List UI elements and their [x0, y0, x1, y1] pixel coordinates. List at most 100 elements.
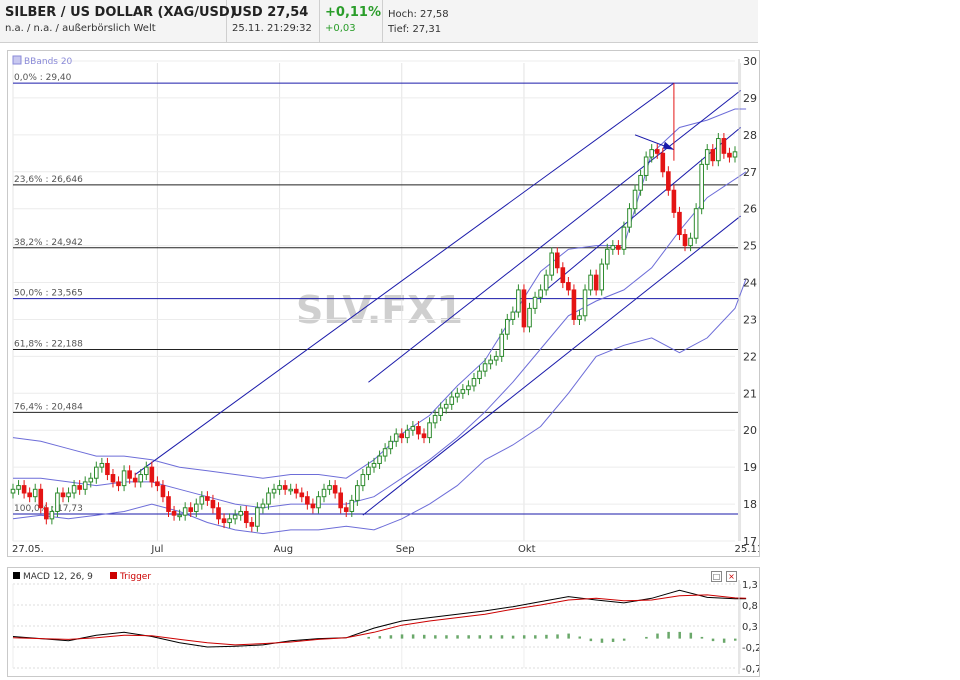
- macd-histogram-bar: [678, 631, 681, 639]
- expand-panel-button[interactable]: □: [711, 571, 722, 582]
- close-panel-button[interactable]: ×: [726, 571, 737, 582]
- candle-body: [721, 138, 727, 154]
- candle-body: [149, 466, 155, 483]
- macd-histogram-bar: [700, 636, 704, 639]
- change-cell: +0,11% +0,03: [320, 0, 383, 42]
- macd-y-tick-label: 1,3: [742, 580, 758, 591]
- chart-watermark: SLV.FX1: [296, 288, 463, 332]
- candle-body: [688, 237, 693, 247]
- candle-body: [49, 510, 55, 520]
- candle-body: [710, 149, 716, 162]
- candle-body: [271, 488, 277, 494]
- candle-body: [677, 211, 682, 236]
- x-tick-label: Okt: [518, 544, 536, 555]
- macd-y-tick-label: -0,7: [742, 664, 759, 675]
- candle-body: [282, 485, 288, 490]
- candle-body: [460, 389, 466, 394]
- candle-body: [571, 289, 577, 320]
- candle-body: [371, 462, 377, 468]
- candle-body: [321, 488, 327, 498]
- trigger-legend-label: Trigger: [119, 572, 151, 582]
- candle-body: [382, 448, 388, 457]
- candle-body: [666, 171, 671, 191]
- candle-body: [199, 496, 205, 505]
- candle-body: [482, 363, 488, 372]
- macd-y-tick-label: 0,8: [742, 601, 758, 612]
- candle-body: [427, 422, 432, 439]
- candle-body: [504, 318, 510, 335]
- candle-body: [671, 189, 677, 213]
- macd-histogram-bar: [622, 638, 626, 641]
- candle-body: [243, 510, 249, 524]
- candle-body: [266, 492, 271, 505]
- candle-body: [232, 514, 238, 520]
- candle-body: [538, 289, 543, 298]
- candle-body: [732, 151, 738, 158]
- macd-histogram-bar: [489, 635, 493, 639]
- candle-body: [221, 518, 227, 524]
- macd-histogram-bar: [545, 634, 548, 639]
- macd-histogram-bar: [500, 635, 504, 639]
- x-tick-label: Aug: [274, 544, 294, 555]
- candle-body: [177, 514, 182, 518]
- candle-body: [388, 440, 393, 450]
- candle-body: [171, 510, 177, 516]
- candle-body: [610, 245, 616, 250]
- macd-histogram-bar: [522, 635, 526, 639]
- candle-body: [693, 208, 699, 239]
- candle-body: [360, 474, 366, 487]
- candle-body: [560, 267, 566, 284]
- bbands-legend-label: BBands 20: [24, 57, 73, 67]
- candle-body: [327, 485, 332, 490]
- macd-chart[interactable]: 1,3 0,8 0,3 -0,2 -0,7 MACD 12, 26, 9 Trigger: [8, 568, 762, 676]
- candle-body: [205, 496, 210, 501]
- price-cell: USD 27,54 25.11. 21:29:32: [227, 0, 320, 42]
- candle-body: [310, 503, 316, 509]
- candle-body: [543, 274, 549, 291]
- candle-body: [132, 477, 138, 483]
- macd-y-tick-label: 0,3: [742, 622, 758, 633]
- candle-body: [471, 378, 477, 387]
- y-tick-label: 24: [743, 277, 757, 290]
- candle-body: [727, 152, 732, 158]
- macd-histogram-bar: [589, 638, 593, 642]
- candle-body: [110, 474, 116, 483]
- candle-body: [193, 503, 199, 512]
- x-tick-label: 27.05.: [12, 544, 44, 555]
- candle-body: [277, 485, 282, 490]
- price-chart[interactable]: SLV.FX1 0,0% : 29,40 23,6% : 26,646 38,2% …: [8, 51, 766, 556]
- candle-body: [21, 485, 27, 494]
- y-tick-label: 29: [743, 92, 757, 105]
- candle-body: [293, 488, 299, 494]
- macd-histogram-bar: [478, 635, 482, 639]
- candle-body: [566, 282, 571, 291]
- price-chart-panel: SLV.FX1 0,0% : 29,40 23,6% : 26,646 38,2% …: [7, 50, 766, 557]
- candle-body: [155, 481, 160, 487]
- candle-body: [299, 492, 305, 498]
- macd-histogram-bar: [645, 636, 648, 639]
- change-absolute: +0,03: [325, 23, 356, 34]
- macd-histogram-bar: [667, 631, 670, 639]
- macd-panel: 1,3 0,8 0,3 -0,2 -0,7 MACD 12, 26, 9 Trigger…: [7, 567, 762, 677]
- instrument-title: SILBER / US DOLLAR (XAG/USD): [5, 5, 236, 20]
- macd-histogram-bar: [467, 635, 470, 639]
- candle-body: [521, 289, 527, 328]
- candle-body: [160, 485, 166, 498]
- candle-body: [405, 429, 410, 439]
- candle-body: [604, 248, 610, 265]
- candle-body: [60, 492, 66, 498]
- candle-body: [16, 485, 21, 490]
- candle-body: [416, 426, 421, 435]
- candle-body: [305, 496, 310, 505]
- macd-histogram-bar: [422, 634, 426, 639]
- candle-body: [105, 462, 110, 476]
- candle-body: [94, 466, 99, 479]
- macd-histogram-bar: [411, 634, 415, 639]
- candle-body: [599, 263, 605, 291]
- candle-body: [260, 503, 266, 509]
- candle-body: [182, 507, 188, 516]
- candle-body: [588, 274, 593, 291]
- candle-body: [138, 474, 144, 483]
- macd-histogram-bar: [722, 638, 726, 643]
- y-tick-label: 21: [743, 387, 757, 400]
